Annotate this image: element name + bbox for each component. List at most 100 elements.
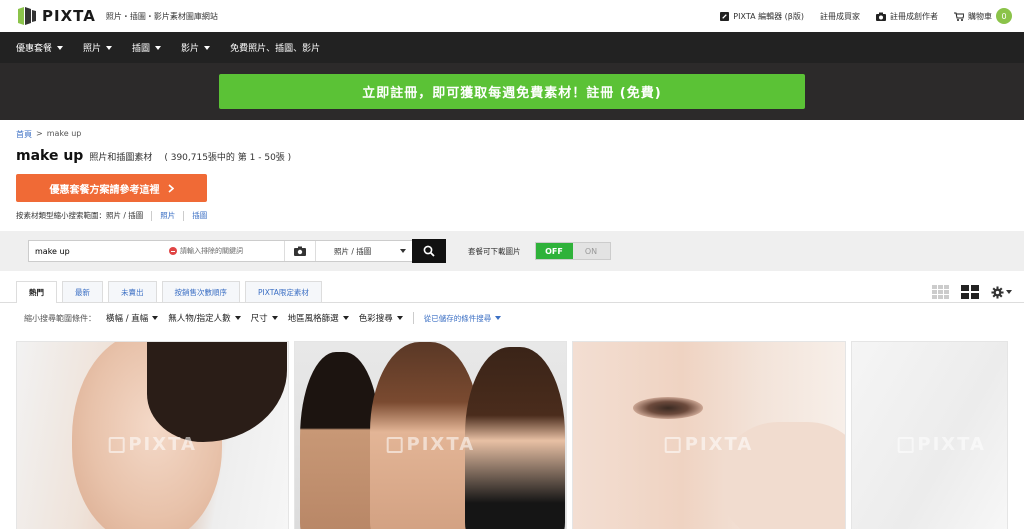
top-nav: PIXTA 編輯器 (β版) 註冊成買家 註冊成創作者 購物車 0 [720,8,1012,24]
chevron-down-icon [396,316,403,320]
top-header: PIXTA 照片・插圖・影片素材圖庫網站 PIXTA 編輯器 (β版) 註冊成買… [0,0,1024,32]
watermark: PIXTA [664,434,754,455]
photo-eye [633,397,704,419]
pixta-logo-icon [18,7,36,25]
divider [183,210,185,221]
search-box: 請輸入排除的關鍵詞 照片 / 插圖 [28,240,413,262]
exclude-placeholder: 請輸入排除的關鍵詞 [180,247,243,255]
filter-region[interactable]: 地區風格篩選 [288,312,349,324]
filter-people[interactable]: 無人物/指定人數 [168,312,241,324]
settings-menu[interactable] [991,285,1012,299]
chevron-down-icon [342,316,349,320]
nav-videos-label: 影片 [181,44,200,54]
nav-plans[interactable]: 優惠套餐 [16,41,64,54]
exclude-keyword-field[interactable]: 請輸入排除的關鍵詞 [169,246,284,256]
type-filter-current: 照片 / 插圖 [106,211,144,220]
nav-illustrations[interactable]: 插圖 [132,41,162,54]
downloadable-toggle[interactable]: OFF ON [534,242,611,260]
image-thumbnail[interactable]: PIXTA [572,341,846,529]
photo-content [465,347,566,529]
search-bar: 請輸入排除的關鍵詞 照片 / 插圖 套餐可下載圖片 OFF ON [0,231,1024,271]
tab-exclusive[interactable]: PIXTA限定素材 [245,281,322,302]
type-filter-illustration[interactable]: 插圖 [192,210,207,221]
filter-color-label: 色彩搜尋 [358,314,393,324]
filter-size[interactable]: 尺寸 [251,312,278,324]
promo-plans-button[interactable]: 優惠套餐方案請參考這裡 [16,174,207,202]
pixta-watermark-icon [386,436,403,453]
small-grid-icon[interactable] [932,285,949,299]
photo-hair [147,342,287,442]
type-select[interactable]: 照片 / 插圖 [316,246,412,257]
image-gallery: PIXTA PIXTA PIXTA PIXTA [16,341,1008,529]
camera-icon [294,246,306,256]
watermark: PIXTA [386,434,476,455]
chevron-down-icon [234,316,241,320]
filter-orientation[interactable]: 橫幅 / 直幅 [106,312,159,324]
chevron-down-icon [495,316,502,320]
tab-sales-order[interactable]: 按銷售次數順序 [161,281,240,302]
nav-illustrations-label: 插圖 [132,44,151,54]
chevron-down-icon [400,249,406,253]
toggle-on[interactable]: ON [572,243,610,259]
image-search-button[interactable] [284,241,316,261]
editor-link[interactable]: PIXTA 編輯器 (β版) [720,11,804,22]
cart-link[interactable]: 購物車 0 [954,8,1012,24]
image-thumbnail[interactable]: PIXTA [294,341,568,529]
image-thumbnail[interactable]: PIXTA [16,341,290,529]
watermark-text: PIXTA [406,434,476,455]
image-thumbnail[interactable]: PIXTA [850,341,1008,529]
breadcrumb-home[interactable]: 首頁 [16,129,32,140]
type-select-value: 照片 / 插圖 [334,246,372,256]
chevron-right-icon [167,183,174,193]
watermark: PIXTA [108,434,197,455]
editor-link-label: PIXTA 編輯器 (β版) [733,11,804,21]
cart-icon [954,12,964,21]
tab-unsold[interactable]: 未賣出 [108,281,157,302]
saved-filters-link[interactable]: 從已儲存的條件搜尋 [424,313,502,324]
nav-videos[interactable]: 影片 [181,41,211,54]
page-title: make up [16,148,84,164]
gear-icon [991,285,1004,299]
large-grid-icon[interactable] [961,285,979,299]
tagline: 照片・插圖・影片素材圖庫網站 [105,11,218,21]
photo-content [300,352,381,529]
view-tools [932,281,1012,303]
downloadable-label: 套餐可下載圖片 [468,246,521,256]
cart-label: 購物車 [968,11,992,21]
signup-button[interactable]: 立即註冊，即可獲取每週免費素材！註冊 (免費) [219,74,805,109]
chevron-down-icon [204,45,211,50]
signup-banner: 立即註冊，即可獲取每週免費素材！註冊 (免費) [0,63,1024,120]
pixta-watermark-icon [664,436,681,453]
pixta-logo[interactable]: PIXTA [16,5,96,27]
watermark-text: PIXTA [917,434,986,455]
register-buyer-label: 註冊成買家 [820,11,860,21]
watermark-text: PIXTA [684,434,754,455]
result-count: ( 390,715張中的 第 1 - 50張 ) [164,153,292,163]
chevron-down-icon [1006,290,1012,294]
search-input[interactable] [29,241,169,261]
page-subtitle: 照片和插圖素材 [89,153,153,163]
breadcrumb-separator: > [36,129,43,138]
nav-free[interactable]: 免費照片、插圖、影片 [230,41,320,54]
type-filter-photo[interactable]: 照片 [160,210,175,221]
breadcrumb: 首頁 > make up [16,129,1008,140]
saved-filters-label: 從已儲存的條件搜尋 [423,313,492,323]
toggle-off[interactable]: OFF [535,243,573,259]
register-creator-link[interactable]: 註冊成創作者 [876,11,938,22]
watermark: PIXTA [897,434,986,455]
search-button[interactable] [412,239,446,263]
sort-tabs: 熱門 最新 未賣出 按銷售次數順序 PIXTA限定素材 [0,281,1024,303]
filter-people-label: 無人物/指定人數 [168,314,231,324]
filter-orientation-label: 橫幅 / 直幅 [106,314,149,324]
minus-circle-icon [169,247,177,255]
chevron-down-icon [271,316,278,320]
chevron-down-icon [57,45,64,50]
register-buyer-link[interactable]: 註冊成買家 [820,11,860,22]
tab-popular[interactable]: 熱門 [16,281,57,303]
type-filter-label: 按素材類型縮小搜索範圍： [16,211,106,220]
nav-photos[interactable]: 照片 [83,41,113,54]
filter-color[interactable]: 色彩搜尋 [359,312,403,324]
nav-photos-label: 照片 [83,44,102,54]
tab-newest[interactable]: 最新 [62,281,103,302]
watermark-text: PIXTA [128,434,197,455]
